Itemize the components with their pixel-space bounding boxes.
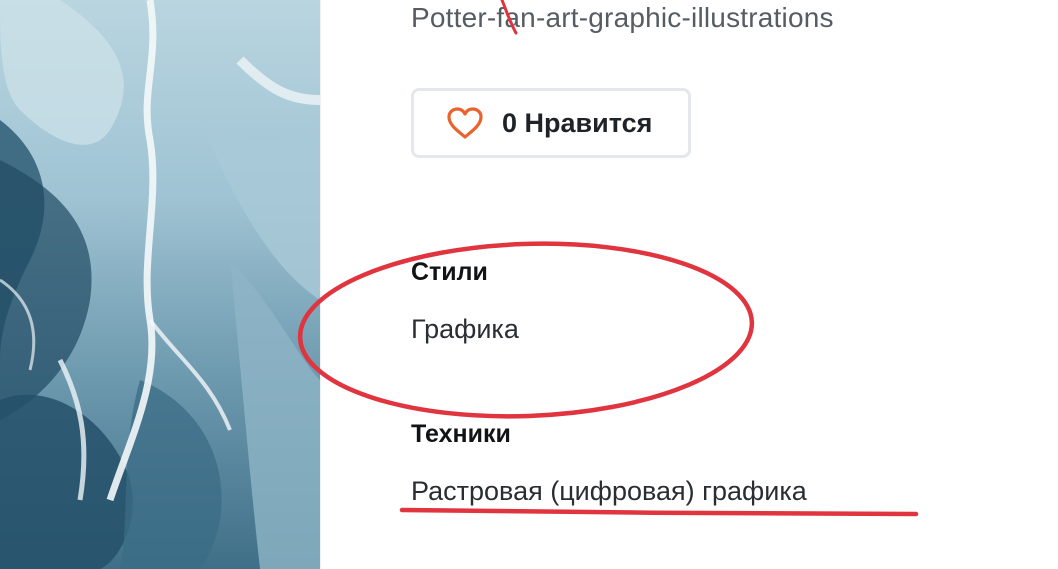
divider xyxy=(320,0,321,569)
styles-heading: Стили xyxy=(411,258,488,286)
artwork-info: Potter-fan-art-graphic-illustrations 0 Н… xyxy=(411,0,1031,569)
like-count-label: 0 Нравится xyxy=(502,107,653,138)
techniques-value-link[interactable]: Растровая (цифровая) графика xyxy=(411,476,807,507)
artwork-detail-page: Potter-fan-art-graphic-illustrations 0 Н… xyxy=(0,0,1058,569)
watercolor-artwork xyxy=(0,0,320,569)
artwork-image[interactable] xyxy=(0,0,320,569)
techniques-heading: Техники xyxy=(411,420,511,448)
like-button[interactable]: 0 Нравится xyxy=(411,88,691,158)
styles-value-link[interactable]: Графика xyxy=(411,314,519,345)
tags-link[interactable]: Potter-fan-art-graphic-illustrations xyxy=(411,2,834,34)
heart-icon xyxy=(447,107,483,139)
